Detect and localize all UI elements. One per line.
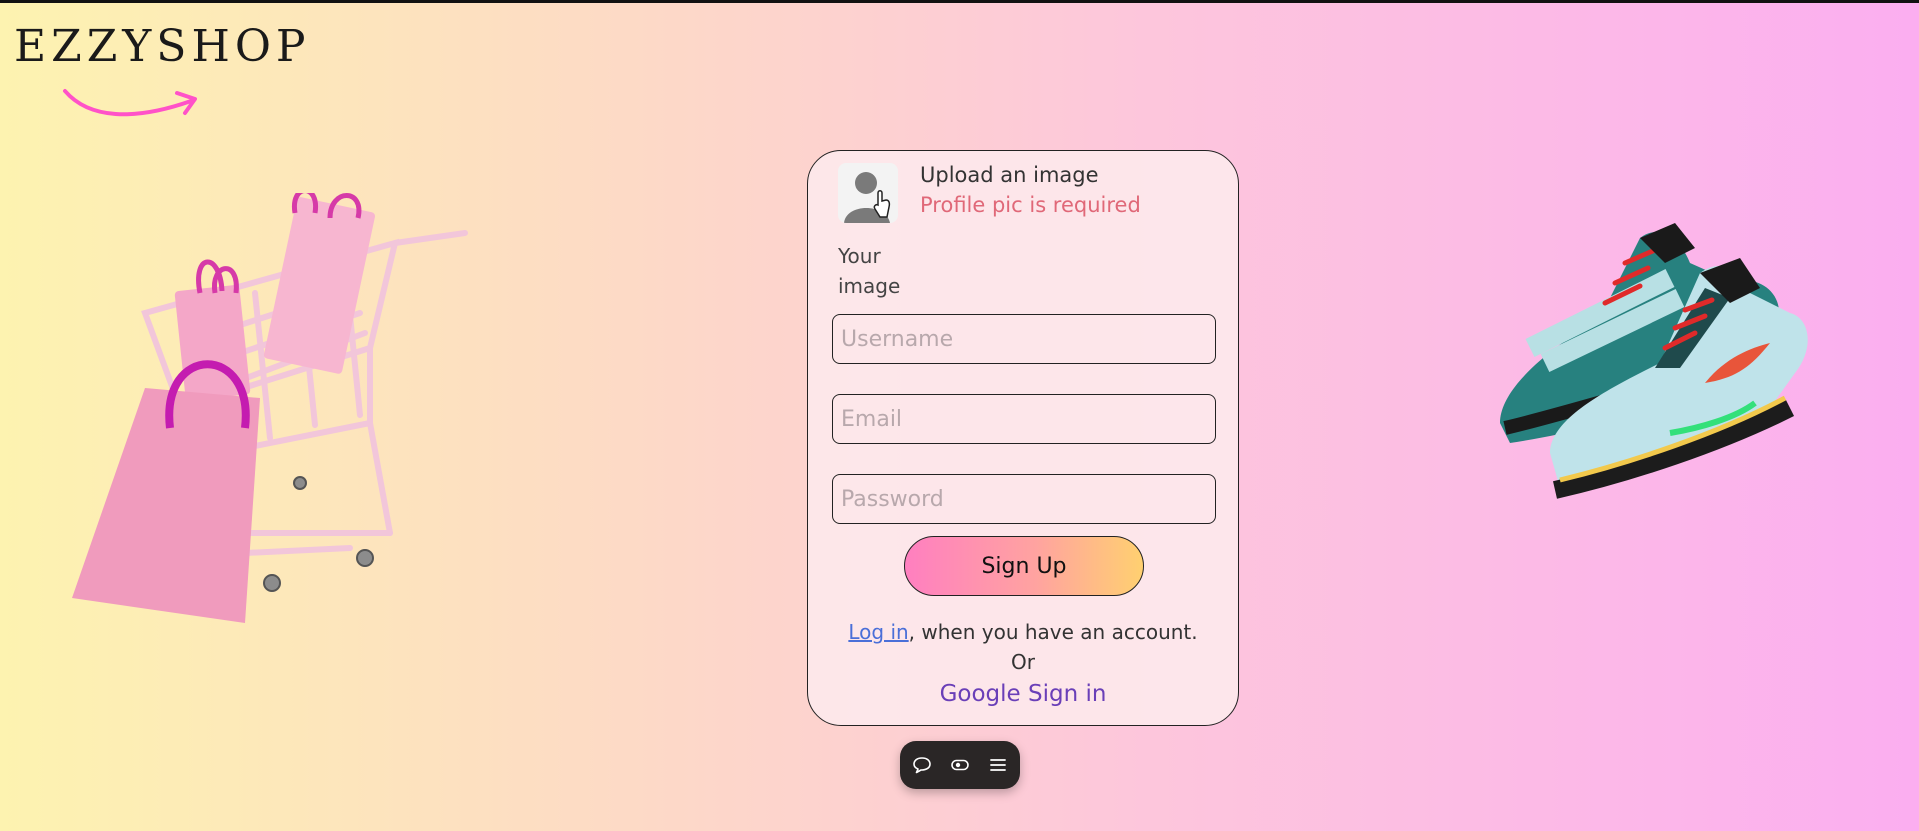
toggle-icon[interactable] [949,754,971,776]
arrow-icon [63,89,197,117]
logo-text: EZZYSHOP [14,21,311,72]
login-suffix: , when you have an account. [908,620,1198,644]
profile-pic-error: Profile pic is required [920,193,1141,217]
upload-image-label: Upload an image [920,163,1099,187]
your-image-label: Your image [838,244,901,298]
username-input[interactable] [832,314,1216,364]
or-divider: Or [1011,650,1035,674]
sneakers-illustration [1500,223,1808,499]
menu-icon[interactable] [987,754,1009,776]
google-signin-link[interactable]: Google Sign in [808,681,1238,707]
user-silhouette-icon [844,172,891,223]
comment-icon[interactable] [911,754,933,776]
sign-up-button[interactable]: Sign Up [904,536,1144,596]
shopping-cart-illustration [72,193,468,623]
floating-toolbar [900,741,1020,789]
avatar-upload[interactable] [838,163,898,223]
signup-card: Upload an image Profile pic is required … [807,150,1239,726]
email-input[interactable] [832,394,1216,444]
password-input[interactable] [832,474,1216,524]
login-link[interactable]: Log in [848,620,908,644]
logo[interactable]: EZZYSHOP [14,21,311,117]
login-prompt: Log in, when you have an account. [808,620,1238,644]
